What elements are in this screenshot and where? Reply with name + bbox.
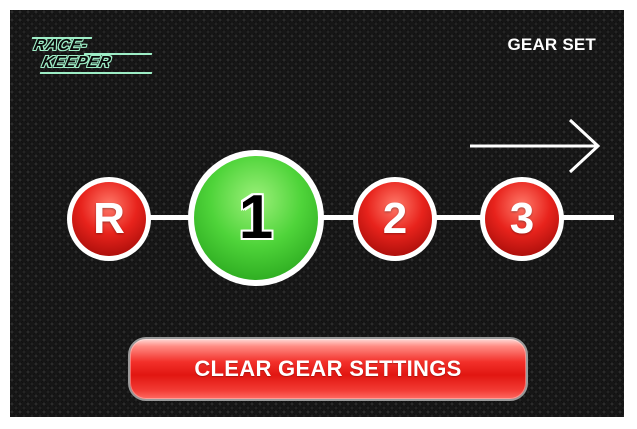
clear-gear-settings-button[interactable]: CLEAR GEAR SETTINGS <box>128 337 528 401</box>
gear-2-button[interactable]: 2 <box>353 177 437 261</box>
gear-3-button[interactable]: 3 <box>480 177 564 261</box>
gear-label: R <box>93 194 125 243</box>
gear-reverse-button[interactable]: R <box>67 177 151 261</box>
gear-set-screen: RACE- KEEPER GEAR SET R 1 2 3 CLEAR GEAR… <box>10 10 624 417</box>
gear-label: 3 <box>509 194 535 243</box>
clear-gear-settings-label: CLEAR GEAR SETTINGS <box>194 356 462 381</box>
gear-label: 1 <box>238 183 274 252</box>
screen-title: GEAR SET <box>507 35 596 54</box>
gear-1-button-selected[interactable]: 1 <box>188 150 324 286</box>
gear-label: 2 <box>382 194 408 243</box>
logo-line-1: RACE- <box>32 37 90 54</box>
race-keeper-logo: RACE- KEEPER <box>31 37 153 75</box>
logo-line-2: KEEPER <box>40 54 113 71</box>
arrow-right-icon[interactable] <box>470 118 605 174</box>
